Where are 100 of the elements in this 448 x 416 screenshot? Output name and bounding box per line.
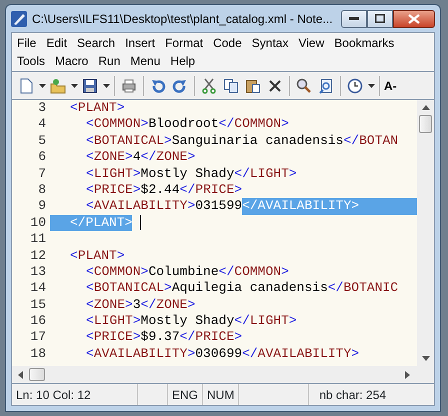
code-token: COMMON xyxy=(234,264,282,280)
code-token: </ xyxy=(242,346,258,362)
printer-icon xyxy=(121,78,137,94)
code-token: </ xyxy=(234,166,250,182)
code-token: </ xyxy=(70,214,86,232)
menu-item[interactable]: Run xyxy=(93,53,126,69)
code-token: BOTANICAL xyxy=(94,132,164,150)
code-token: ZONE xyxy=(156,296,188,314)
code-token: > xyxy=(132,313,141,330)
menu-item[interactable]: File xyxy=(12,35,42,51)
vertical-scrollbar[interactable] xyxy=(417,100,434,366)
code-token: < xyxy=(86,264,94,280)
menu-item[interactable]: Menu xyxy=(125,53,166,69)
code-token: > xyxy=(187,149,196,166)
menu-item[interactable]: View xyxy=(293,35,330,51)
font-size-button[interactable]: A- xyxy=(384,76,397,96)
line-number: 17 xyxy=(29,329,47,346)
scrollbar-thumb[interactable] xyxy=(29,368,45,381)
code-token: </ xyxy=(180,182,196,198)
close-button[interactable] xyxy=(393,10,435,28)
line-number: 8 xyxy=(37,182,47,198)
save-icon xyxy=(82,78,98,94)
line-number: 3 xyxy=(37,100,47,116)
code-token: BOTANICAL xyxy=(94,280,164,297)
code-token: > xyxy=(351,346,360,362)
new-file-icon xyxy=(18,78,34,94)
paste-icon xyxy=(245,78,261,94)
code-token: PRICE xyxy=(94,329,133,346)
scrollbar-thumb[interactable] xyxy=(419,115,432,133)
code-token: < xyxy=(86,280,94,297)
caret-icon xyxy=(38,84,46,88)
line-number: 18 xyxy=(29,346,47,362)
code-token: < xyxy=(70,100,78,116)
code-token: PLANT xyxy=(86,214,125,232)
code-text: Mostly Shady xyxy=(140,166,234,182)
code-token: > xyxy=(187,198,196,215)
code-text: 3 xyxy=(132,296,141,314)
status-num-lock: NUM xyxy=(203,384,240,405)
menu-item[interactable]: Macro xyxy=(50,53,94,69)
code-token: > xyxy=(132,166,141,182)
code-token: > xyxy=(116,100,125,116)
code-token: LIGHT xyxy=(250,166,289,182)
code-text: Bloodroot xyxy=(148,116,219,133)
code-token: ZONE xyxy=(94,296,126,314)
line-number: 11 xyxy=(29,231,47,248)
clock-icon xyxy=(347,78,363,94)
code-token: < xyxy=(86,346,94,362)
code-token: > xyxy=(234,182,242,198)
close-icon xyxy=(408,14,420,24)
code-token: > xyxy=(140,116,148,133)
menu-item[interactable]: Format xyxy=(160,35,208,51)
menu-item[interactable]: Help xyxy=(165,53,200,69)
menu-item[interactable]: Search xyxy=(72,35,120,51)
code-token: < xyxy=(86,296,94,314)
maximize-button[interactable] xyxy=(367,10,393,28)
code-token: > xyxy=(281,116,289,133)
line-number: 5 xyxy=(37,132,47,150)
code-token: < xyxy=(86,116,94,133)
code-token: COMMON xyxy=(234,116,282,133)
code-token: > xyxy=(288,166,297,182)
code-text: 4 xyxy=(132,149,141,166)
menu-item[interactable]: Bookmarks xyxy=(329,35,400,51)
menu-item[interactable]: Tools xyxy=(12,53,50,69)
menu-item[interactable]: Syntax xyxy=(246,35,294,51)
horizontal-scrollbar[interactable] xyxy=(12,366,434,383)
code-token: ZONE xyxy=(156,149,188,166)
line-number: 14 xyxy=(29,280,47,297)
code-token: </ xyxy=(218,264,234,280)
code-token: > xyxy=(132,329,141,346)
menu-item[interactable]: Insert xyxy=(120,35,160,51)
code-token: ZONE xyxy=(94,149,126,166)
code-text: 031599 xyxy=(195,198,242,215)
minimize-button[interactable] xyxy=(341,10,367,28)
search-icon xyxy=(296,78,312,94)
code-token: > xyxy=(125,149,133,166)
folder-icon xyxy=(50,78,66,94)
menu-item[interactable]: Edit xyxy=(41,35,72,51)
code-token: < xyxy=(86,149,94,166)
code-token: > xyxy=(288,313,297,330)
code-token: LIGHT xyxy=(94,166,133,182)
code-token: > xyxy=(234,329,242,346)
code-token: < xyxy=(86,166,94,182)
code-token: < xyxy=(86,198,94,215)
selection-highlight xyxy=(359,198,417,215)
line-number: 4 xyxy=(37,116,47,133)
code-token: < xyxy=(86,329,94,346)
copy-icon xyxy=(223,78,239,94)
code-token: LIGHT xyxy=(94,313,133,330)
code-token: LIGHT xyxy=(250,313,289,330)
menu-item[interactable]: Code xyxy=(208,35,247,51)
line-number: 13 xyxy=(29,264,47,280)
code-token: </ xyxy=(180,329,196,346)
code-token: < xyxy=(70,248,78,264)
code-token: AVAILABILITY xyxy=(94,198,188,215)
status-char-count: nb char: 254 xyxy=(318,386,388,404)
code-token: </ xyxy=(234,313,250,330)
code-token: </ xyxy=(343,132,360,150)
code-token: PLANT xyxy=(78,248,117,264)
code-token: > xyxy=(164,280,172,297)
code-text: Aquilegia canadensis xyxy=(172,280,328,297)
